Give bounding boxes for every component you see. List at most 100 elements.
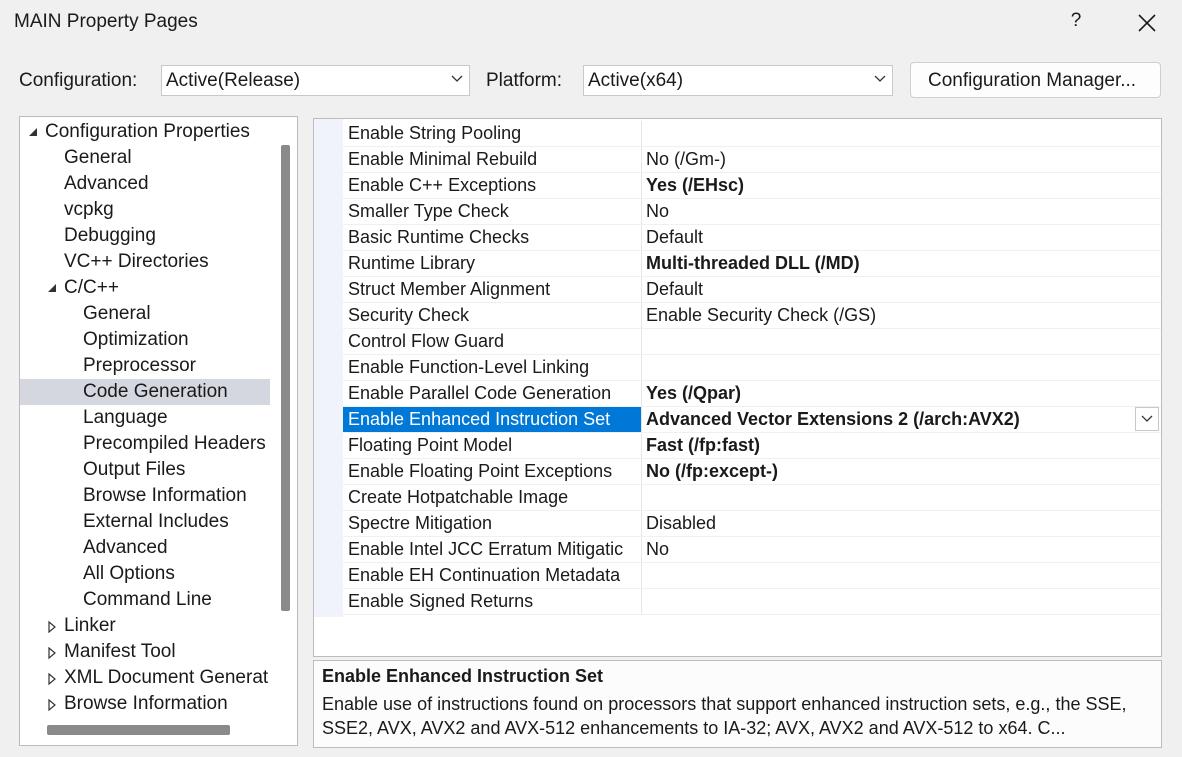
property-row[interactable]: Enable Function-Level Linking — [343, 355, 1161, 381]
property-row[interactable]: Enable Minimal Rebuild No (/Gm-) — [343, 147, 1161, 173]
tree-item[interactable]: Optimization — [20, 327, 276, 353]
property-name[interactable]: Runtime Library — [343, 251, 642, 276]
property-row[interactable]: Basic Runtime Checks Default — [343, 225, 1161, 251]
property-tree[interactable]: Configuration Properties General Advanced v… — [19, 116, 298, 746]
property-row[interactable]: Floating Point Model Fast (/fp:fast) — [343, 433, 1161, 459]
configuration-manager-button[interactable]: Configuration Manager... — [910, 62, 1161, 98]
property-row[interactable]: Enable C++ Exceptions Yes (/EHsc) — [343, 173, 1161, 199]
tree-item[interactable]: Manifest Tool — [20, 639, 276, 665]
property-name[interactable]: Struct Member Alignment — [343, 277, 642, 302]
property-row[interactable]: Runtime Library Multi-threaded DLL (/MD) — [343, 251, 1161, 277]
property-value[interactable]: No (/Gm-) — [642, 147, 1161, 172]
property-value[interactable]: No — [642, 537, 1161, 562]
tree-item[interactable]: Debugging — [20, 223, 276, 249]
tree-item[interactable]: Advanced — [20, 171, 276, 197]
property-name[interactable]: Enable EH Continuation Metadata — [343, 563, 642, 588]
property-row[interactable]: Struct Member Alignment Default — [343, 277, 1161, 303]
property-name[interactable]: Basic Runtime Checks — [343, 225, 642, 250]
property-row[interactable]: Security Check Enable Security Check (/GS… — [343, 303, 1161, 329]
tree-vertical-scroll-thumb[interactable] — [281, 145, 290, 611]
tree-item[interactable]: General — [20, 301, 276, 327]
platform-label: Platform: — [486, 70, 563, 91]
property-row[interactable]: Enable EH Continuation Metadata — [343, 563, 1161, 589]
tree-item[interactable]: Language — [20, 405, 276, 431]
property-value[interactable] — [642, 485, 1161, 510]
collapsed-arrow-icon[interactable] — [47, 699, 57, 711]
property-row[interactable]: Enable Enhanced Instruction Set Advanced … — [343, 407, 1161, 433]
close-button[interactable] — [1130, 6, 1164, 40]
configuration-dropdown[interactable]: Active(Release) — [161, 65, 470, 96]
property-row[interactable]: Create Hotpatchable Image — [343, 485, 1161, 511]
help-button[interactable]: ? — [1064, 10, 1088, 36]
property-name[interactable]: Enable Floating Point Exceptions — [343, 459, 642, 484]
property-value[interactable]: Multi-threaded DLL (/MD) — [642, 251, 1161, 276]
collapsed-arrow-icon[interactable] — [47, 673, 57, 685]
tree-item-label: Configuration Properties — [45, 121, 250, 142]
property-name[interactable]: Spectre Mitigation — [343, 511, 642, 536]
property-name[interactable]: Control Flow Guard — [343, 329, 642, 354]
tree-item[interactable]: Browse Information — [20, 483, 276, 509]
tree-item[interactable]: C/C++ — [20, 275, 276, 301]
property-name[interactable]: Enable Signed Returns — [343, 589, 642, 614]
property-name[interactable]: Enable C++ Exceptions — [343, 173, 642, 198]
tree-item[interactable]: Preprocessor — [20, 353, 276, 379]
expanded-arrow-icon[interactable] — [28, 127, 38, 139]
tree-horizontal-scroll-thumb[interactable] — [47, 725, 230, 735]
tree-item[interactable]: Configuration Properties — [20, 119, 276, 145]
tree-item[interactable]: External Includes — [20, 509, 276, 535]
property-value[interactable] — [642, 589, 1161, 614]
tree-item-label: Advanced — [64, 173, 149, 194]
collapsed-arrow-icon[interactable] — [47, 621, 57, 633]
property-value[interactable] — [642, 329, 1161, 354]
property-value[interactable]: Yes (/EHsc) — [642, 173, 1161, 198]
property-name[interactable]: Enable String Pooling — [343, 121, 642, 146]
tree-item[interactable]: vcpkg — [20, 197, 276, 223]
property-name[interactable]: Floating Point Model — [343, 433, 642, 458]
property-name[interactable]: Create Hotpatchable Image — [343, 485, 642, 510]
tree-item[interactable]: Command Line — [20, 587, 276, 613]
property-name[interactable]: Security Check — [343, 303, 642, 328]
tree-item[interactable]: Linker — [20, 613, 276, 639]
value-dropdown-button[interactable] — [1135, 407, 1159, 431]
tree-item[interactable]: XML Document Generat — [20, 665, 276, 691]
property-value[interactable]: Default — [642, 277, 1161, 302]
tree-item[interactable]: VC++ Directories — [20, 249, 276, 275]
property-value[interactable]: Yes (/Qpar) — [642, 381, 1161, 406]
property-value[interactable]: No (/fp:except-) — [642, 459, 1161, 484]
property-name[interactable]: Enable Minimal Rebuild — [343, 147, 642, 172]
property-value[interactable] — [642, 121, 1161, 146]
property-value[interactable] — [642, 563, 1161, 588]
tree-item[interactable]: General — [20, 145, 276, 171]
grid-gutter — [314, 119, 343, 617]
property-value[interactable] — [642, 355, 1161, 380]
property-name[interactable]: Enable Function-Level Linking — [343, 355, 642, 380]
expanded-arrow-icon[interactable] — [47, 283, 57, 295]
property-value[interactable]: Enable Security Check (/GS) — [642, 303, 1161, 328]
property-row[interactable]: Enable String Pooling — [343, 121, 1161, 147]
property-value[interactable]: Advanced Vector Extensions 2 (/arch:AVX2… — [642, 407, 1161, 432]
property-row[interactable]: Enable Floating Point Exceptions No (/fp:… — [343, 459, 1161, 485]
property-row[interactable]: Enable Parallel Code Generation Yes (/Qpa… — [343, 381, 1161, 407]
property-row[interactable]: Smaller Type Check No — [343, 199, 1161, 225]
property-row[interactable]: Enable Signed Returns — [343, 589, 1161, 615]
property-value[interactable]: Disabled — [642, 511, 1161, 536]
property-grid[interactable]: Enable String Pooling Enable Minimal Rebu… — [313, 118, 1162, 657]
property-row[interactable]: Control Flow Guard — [343, 329, 1161, 355]
property-name[interactable]: Enable Parallel Code Generation — [343, 381, 642, 406]
tree-item[interactable]: Advanced — [20, 535, 276, 561]
property-name[interactable]: Enable Intel JCC Erratum Mitigatic — [343, 537, 642, 562]
property-value[interactable]: Fast (/fp:fast) — [642, 433, 1161, 458]
tree-item[interactable]: Output Files — [20, 457, 276, 483]
property-name[interactable]: Smaller Type Check — [343, 199, 642, 224]
property-row[interactable]: Spectre Mitigation Disabled — [343, 511, 1161, 537]
collapsed-arrow-icon[interactable] — [47, 647, 57, 659]
tree-item[interactable]: Code Generation — [20, 379, 270, 405]
tree-item[interactable]: Browse Information — [20, 691, 276, 717]
tree-item[interactable]: Precompiled Headers — [20, 431, 276, 457]
property-value[interactable]: Default — [642, 225, 1161, 250]
tree-item[interactable]: All Options — [20, 561, 276, 587]
property-row[interactable]: Enable Intel JCC Erratum Mitigatic No — [343, 537, 1161, 563]
property-name[interactable]: Enable Enhanced Instruction Set — [343, 407, 642, 432]
platform-dropdown[interactable]: Active(x64) — [583, 65, 893, 96]
property-value[interactable]: No — [642, 199, 1161, 224]
